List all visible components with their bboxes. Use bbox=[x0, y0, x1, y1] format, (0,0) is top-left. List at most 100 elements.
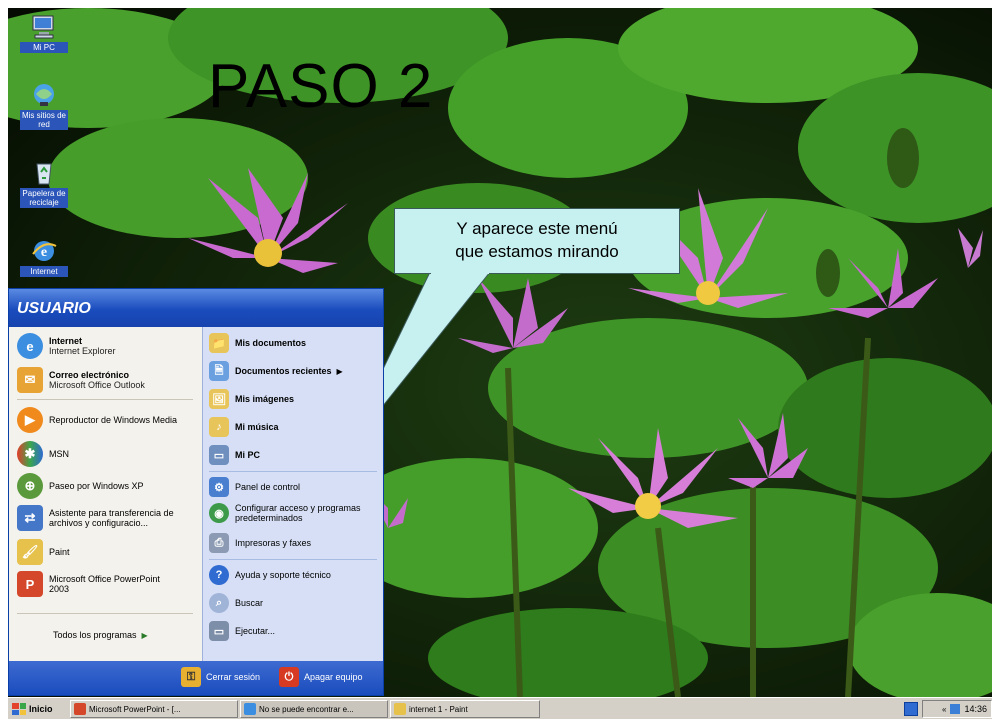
recent-documents-icon: 🗎 bbox=[209, 361, 229, 381]
start-item-my-computer[interactable]: ▭ Mi PC bbox=[209, 445, 260, 465]
start-item-internet[interactable]: e Internet Internet Explorer bbox=[17, 333, 116, 359]
item-title: Mi música bbox=[235, 422, 279, 432]
printers-icon: ⎙ bbox=[209, 533, 229, 553]
logoff-label: Cerrar sesión bbox=[206, 672, 261, 682]
internet-explorer-icon: e bbox=[30, 238, 58, 264]
callout-line-1: Y aparece este menú bbox=[456, 219, 618, 238]
powerpoint-icon: P bbox=[17, 571, 43, 597]
start-item-transfer-wizard[interactable]: ⇄ Asistente para transferencia de archiv… bbox=[17, 505, 199, 531]
paint-icon bbox=[394, 703, 406, 715]
item-title: Ayuda y soporte técnico bbox=[235, 570, 331, 580]
msn-icon: ✱ bbox=[17, 441, 43, 467]
task-label: No se puede encontrar e... bbox=[259, 704, 354, 714]
my-music-icon: ♪ bbox=[209, 417, 229, 437]
item-title: Ejecutar... bbox=[235, 626, 276, 636]
svg-text:e: e bbox=[41, 245, 47, 260]
system-tray: « 14:36 bbox=[922, 700, 992, 718]
recycle-bin-icon bbox=[30, 160, 58, 186]
desktop-icon-label: Mi PC bbox=[20, 42, 68, 53]
taskbar-item-powerpoint[interactable]: Microsoft PowerPoint - [... bbox=[70, 700, 238, 718]
media-player-icon: ▶ bbox=[17, 407, 43, 433]
logoff-button[interactable]: ⚿ Cerrar sesión bbox=[181, 667, 260, 687]
start-item-help[interactable]: ? Ayuda y soporte técnico bbox=[209, 565, 331, 585]
start-label: Inicio bbox=[29, 704, 53, 714]
network-icon bbox=[30, 82, 58, 108]
desktop-icon-label: Mis sitios de red bbox=[20, 110, 68, 130]
taskbar-item-internet-explorer[interactable]: No se puede encontrar e... bbox=[240, 700, 388, 718]
start-item-printers[interactable]: ⎙ Impresoras y faxes bbox=[209, 533, 311, 553]
windows-logo-icon bbox=[12, 703, 26, 715]
start-menu-header: USUARIO bbox=[9, 289, 383, 327]
item-title: Buscar bbox=[235, 598, 264, 608]
clock: 14:36 bbox=[964, 704, 987, 714]
item-title: Reproductor de Windows Media bbox=[49, 415, 178, 425]
desktop-icon-label: Internet bbox=[20, 266, 68, 277]
help-icon: ? bbox=[209, 565, 229, 585]
all-programs-button[interactable]: Todos los programas ▶ bbox=[53, 623, 148, 647]
desktop-icon-recycle-bin[interactable]: Papelera de reciclaje bbox=[20, 160, 68, 208]
item-title: Asistente para transferencia de archivos… bbox=[49, 508, 174, 528]
task-label: Microsoft PowerPoint - [... bbox=[89, 704, 181, 714]
item-subtitle: Microsoft Office Outlook bbox=[49, 380, 145, 390]
desktop-icon-internet[interactable]: e Internet bbox=[20, 238, 68, 277]
item-title: Mis documentos bbox=[235, 338, 307, 348]
arrow-right-icon: ▶ bbox=[336, 366, 343, 376]
computer-icon bbox=[30, 14, 58, 40]
start-item-msn[interactable]: ✱ MSN bbox=[17, 441, 69, 467]
item-title: Paseo por Windows XP bbox=[49, 481, 144, 491]
language-bar-icon[interactable] bbox=[904, 702, 918, 716]
item-title: Documentos recientes bbox=[235, 366, 332, 376]
internet-explorer-icon bbox=[244, 703, 256, 715]
item-title: Correo electrónico bbox=[49, 370, 130, 380]
start-item-media-player[interactable]: ▶ Reproductor de Windows Media bbox=[17, 407, 197, 433]
desktop-icon-my-computer[interactable]: Mi PC bbox=[20, 14, 68, 53]
start-item-my-music[interactable]: ♪ Mi música bbox=[209, 417, 279, 437]
item-title: Mis imágenes bbox=[235, 394, 295, 404]
my-pictures-icon: 🖼 bbox=[209, 389, 229, 409]
start-item-my-pictures[interactable]: 🖼 Mis imágenes bbox=[209, 389, 294, 409]
default-programs-icon: ◉ bbox=[209, 503, 229, 523]
my-documents-icon: 📁 bbox=[209, 333, 229, 353]
item-title: Internet bbox=[49, 336, 83, 346]
desktop-icon-network-places[interactable]: Mis sitios de red bbox=[20, 82, 68, 130]
item-title: Panel de control bbox=[235, 482, 301, 492]
callout-bubble: Y aparece este menú que estamos mirando bbox=[394, 208, 680, 274]
start-menu-right-pane: 📁 Mis documentos 🗎 Documentos recientes … bbox=[202, 327, 383, 661]
start-menu-footer: ⚿ Cerrar sesión ⏻ Apagar equipo bbox=[9, 661, 383, 695]
start-item-default-programs[interactable]: ◉ Configurar acceso y programas predeter… bbox=[209, 503, 381, 523]
item-title: Mi PC bbox=[235, 450, 261, 460]
run-icon: ▭ bbox=[209, 621, 229, 641]
start-item-recent-documents[interactable]: 🗎 Documentos recientes ▶ bbox=[209, 361, 343, 381]
shutdown-button[interactable]: ⏻ Apagar equipo bbox=[279, 667, 363, 687]
transfer-wizard-icon: ⇄ bbox=[17, 505, 43, 531]
power-icon: ⏻ bbox=[279, 667, 299, 687]
taskbar-item-paint[interactable]: internet 1 - Paint bbox=[390, 700, 540, 718]
start-button[interactable]: Inicio bbox=[8, 700, 68, 718]
user-name: USUARIO bbox=[17, 300, 91, 317]
start-item-control-panel[interactable]: ⚙ Panel de control bbox=[209, 477, 300, 497]
start-menu-left-pane: e Internet Internet Explorer ✉ Correo ele… bbox=[9, 327, 202, 661]
item-title: Impresoras y faxes bbox=[235, 538, 312, 548]
start-item-run[interactable]: ▭ Ejecutar... bbox=[209, 621, 275, 641]
start-item-powerpoint[interactable]: P Microsoft Office PowerPoint 2003 bbox=[17, 571, 199, 597]
network-tray-icon[interactable] bbox=[950, 704, 961, 714]
chevron-left-icon[interactable]: « bbox=[942, 705, 946, 714]
callout-tail-joint bbox=[431, 272, 489, 274]
key-icon: ⚿ bbox=[181, 667, 201, 687]
task-label: internet 1 - Paint bbox=[409, 704, 468, 714]
outlook-icon: ✉ bbox=[17, 367, 43, 393]
start-item-my-documents[interactable]: 📁 Mis documentos bbox=[209, 333, 306, 353]
powerpoint-icon bbox=[74, 703, 86, 715]
start-item-email[interactable]: ✉ Correo electrónico Microsoft Office Out… bbox=[17, 367, 145, 393]
desktop-icon-label: Papelera de reciclaje bbox=[20, 188, 68, 208]
windows-tour-icon: ⊕ bbox=[17, 473, 43, 499]
separator bbox=[17, 613, 193, 614]
my-computer-icon: ▭ bbox=[209, 445, 229, 465]
separator bbox=[209, 559, 377, 560]
start-item-paint[interactable]: 🖌 Paint bbox=[17, 539, 70, 565]
control-panel-icon: ⚙ bbox=[209, 477, 229, 497]
start-item-search[interactable]: ⌕ Buscar bbox=[209, 593, 263, 613]
start-item-windows-tour[interactable]: ⊕ Paseo por Windows XP bbox=[17, 473, 144, 499]
search-icon: ⌕ bbox=[209, 593, 229, 613]
paint-icon: 🖌 bbox=[17, 539, 43, 565]
